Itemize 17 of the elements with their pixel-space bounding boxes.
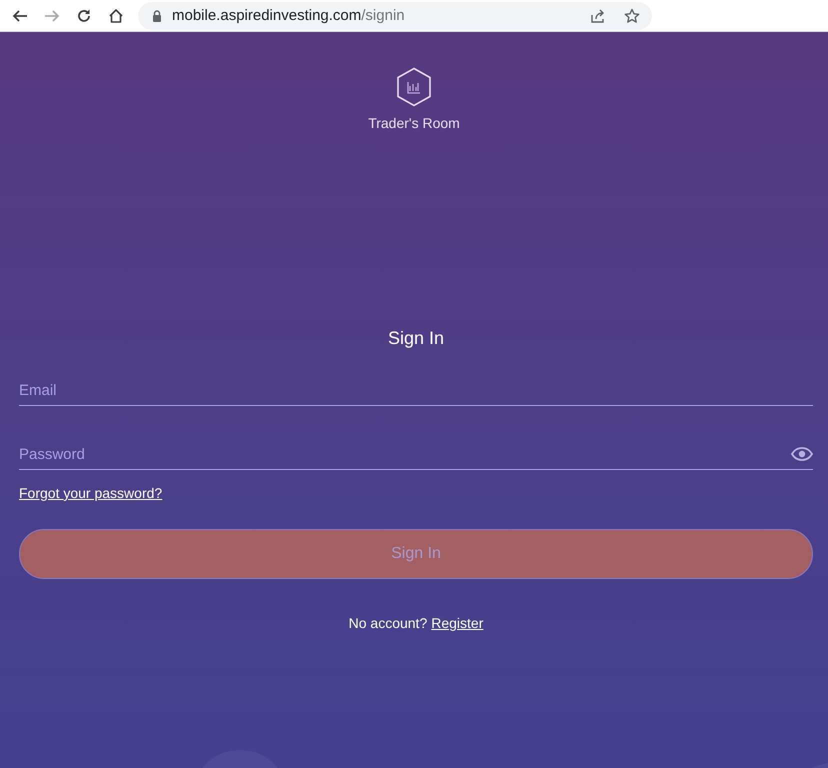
form-heading: Sign In xyxy=(386,328,446,349)
arrow-left-icon[interactable] xyxy=(12,8,28,24)
email-field[interactable]: Email xyxy=(19,382,813,398)
hexagon-chart-logo-icon xyxy=(396,67,432,107)
home-icon[interactable] xyxy=(108,8,124,24)
star-icon[interactable] xyxy=(624,8,640,24)
app-title: Trader's Room xyxy=(368,115,460,131)
share-icon[interactable] xyxy=(590,8,606,24)
password-field[interactable]: Password xyxy=(19,446,791,462)
reload-icon[interactable] xyxy=(76,8,92,24)
address-bar[interactable]: mobile.aspiredinvesting.com/signin xyxy=(138,2,652,30)
lock-icon xyxy=(152,10,162,22)
eye-icon[interactable] xyxy=(791,447,813,461)
forgot-password-link[interactable]: Forgot your password? xyxy=(19,485,162,501)
register-link[interactable]: Register xyxy=(431,615,484,631)
url-text: mobile.aspiredinvesting.com/signin xyxy=(172,7,405,24)
register-prompt: No account? xyxy=(348,615,428,631)
